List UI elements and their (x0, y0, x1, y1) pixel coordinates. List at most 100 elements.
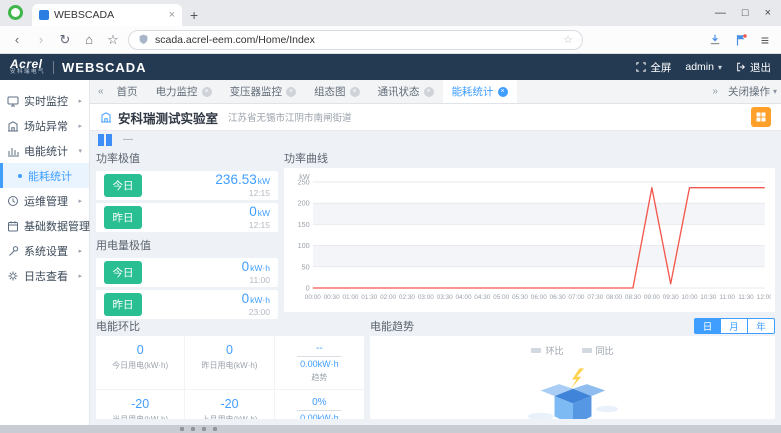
tab-close-icon[interactable]: × (169, 9, 175, 21)
fullscreen-button[interactable]: 全屏 (636, 60, 671, 75)
sidebar-item-system-settings[interactable]: 系统设置 ▸ (0, 238, 89, 263)
timestamp: 12:15 (215, 189, 270, 198)
tab-close-icon[interactable]: × (202, 87, 212, 97)
window-close-button[interactable]: × (765, 7, 771, 19)
flag-icon[interactable] (735, 34, 747, 46)
tab-close-icon[interactable]: × (286, 87, 296, 97)
fullscreen-icon (636, 62, 646, 72)
compare-cell-month-trend: 0% 0.00kW·h 趋势 (275, 390, 364, 419)
period-badge: 今日 (104, 261, 142, 284)
legend-marker-icon (531, 348, 541, 353)
address-bar[interactable]: scada.acrel-eem.com/Home/Index ☆ (128, 30, 583, 50)
value: 0 (242, 291, 250, 306)
page-tab-energy-consumption[interactable]: 能耗统计 × (443, 80, 517, 103)
svg-text:03:00: 03:00 (418, 294, 435, 301)
page-tab-scada-diagram[interactable]: 组态图 × (305, 80, 369, 103)
building-icon (7, 120, 19, 132)
fraction-divider (297, 410, 341, 411)
sub-value: 0.00kW·h (277, 359, 362, 369)
svg-text:07:30: 07:30 (587, 294, 604, 301)
favorite-star-icon[interactable]: ☆ (563, 33, 573, 46)
logo-subtext: 安科瑞电气 (10, 70, 45, 76)
calendar-icon (7, 220, 19, 232)
empty-box-illustration (376, 361, 769, 419)
gear-icon (7, 270, 19, 282)
sidebar-item-label: 运维管理 (24, 193, 68, 209)
tab-label: 组态图 (314, 84, 346, 99)
menu-icon[interactable]: ≡ (761, 32, 769, 48)
svg-text:09:00: 09:00 (644, 294, 661, 301)
svg-text:10:30: 10:30 (700, 294, 717, 301)
svg-text:08:00: 08:00 (606, 294, 623, 301)
chevron-right-icon: ▸ (78, 197, 82, 205)
tab-close-icon[interactable]: × (350, 87, 360, 97)
taskbar-icon[interactable] (202, 427, 206, 431)
value: 0 (187, 343, 271, 357)
site-shield-icon (138, 34, 149, 45)
svg-text:02:30: 02:30 (399, 294, 416, 301)
browser-logo-icon[interactable] (8, 5, 23, 20)
logout-icon (736, 62, 746, 72)
sidebar-item-base-data[interactable]: 基础数据管理 ▸ (0, 213, 89, 238)
tab-scroll-left-button[interactable]: « (94, 86, 108, 97)
sidebar-item-station-alarm[interactable]: 场站异常 ▸ (0, 113, 89, 138)
taskbar (0, 425, 781, 433)
indicator-bar-icon[interactable] (106, 134, 112, 146)
new-tab-button[interactable]: + (190, 4, 198, 26)
page-tab-power-monitor[interactable]: 电力监控 × (147, 80, 221, 103)
period-day-button[interactable]: 日 (694, 318, 721, 334)
taskbar-icon[interactable] (180, 427, 184, 431)
window-minimize-button[interactable]: — (715, 7, 726, 19)
period-badge: 昨日 (104, 293, 142, 316)
svg-text:0: 0 (306, 285, 310, 293)
compare-cell-today: 0 今日用电(kW·h) (96, 336, 185, 390)
home-button[interactable]: ⌂ (80, 32, 98, 47)
browser-tab[interactable]: WEBSCADA × (32, 4, 182, 26)
logout-button[interactable]: 退出 (736, 60, 771, 75)
forward-button[interactable]: › (32, 32, 50, 47)
page-tab-home[interactable]: 首页 (108, 80, 147, 103)
sidebar-item-ops-management[interactable]: 运维管理 ▸ (0, 188, 89, 213)
svg-text:02:00: 02:00 (380, 294, 397, 301)
user-menu[interactable]: admin ▾ (685, 61, 722, 73)
svg-text:06:30: 06:30 (550, 294, 567, 301)
sidebar-item-energy-consumption[interactable]: 能耗统计 (0, 163, 89, 188)
close-operations-dropdown[interactable]: 关闭操作 ▾ (728, 84, 777, 99)
legend-item-ring-compare[interactable]: 环比 (531, 344, 563, 357)
bookmarks-star-button[interactable]: ☆ (104, 32, 122, 48)
svg-text:01:30: 01:30 (361, 294, 378, 301)
sidebar-item-label: 日志查看 (24, 268, 68, 284)
back-button[interactable]: ‹ (8, 32, 26, 47)
tab-close-icon[interactable]: × (498, 87, 508, 97)
legend-item-year-compare[interactable]: 同比 (582, 344, 614, 357)
page-tab-transformer-monitor[interactable]: 变压器监控 × (221, 80, 306, 103)
taskbar-icon[interactable] (213, 427, 217, 431)
sidebar-item-energy-statistics[interactable]: 电能统计 ▾ (0, 138, 89, 163)
reload-button[interactable]: ↻ (56, 32, 74, 48)
station-switch-button[interactable] (751, 107, 771, 127)
svg-text:05:00: 05:00 (493, 294, 510, 301)
svg-text:09:30: 09:30 (663, 294, 680, 301)
collapse-dash-icon[interactable]: — (123, 134, 133, 145)
period-month-button[interactable]: 月 (721, 318, 748, 334)
tab-scroll-right-button[interactable]: » (708, 86, 722, 97)
tab-close-icon[interactable]: × (424, 87, 434, 97)
download-icon[interactable] (709, 34, 721, 45)
period-badge: 今日 (104, 174, 142, 197)
svg-text:11:30: 11:30 (738, 294, 754, 301)
unit: kW·h (250, 295, 270, 305)
bullet-icon (18, 174, 22, 178)
header-divider (53, 61, 54, 74)
window-controls: — □ × (715, 0, 771, 26)
tab-label: 能耗统计 (452, 84, 494, 99)
chevron-right-icon: ▸ (78, 272, 82, 280)
page-tab-comm-status[interactable]: 通讯状态 × (369, 80, 443, 103)
period-year-button[interactable]: 年 (748, 318, 775, 334)
window-maximize-button[interactable]: □ (742, 7, 749, 19)
sidebar-item-realtime-monitor[interactable]: 实时监控 ▸ (0, 88, 89, 113)
sidebar-item-log-viewer[interactable]: 日志查看 ▸ (0, 263, 89, 288)
taskbar-icon[interactable] (191, 427, 195, 431)
value: 0 (242, 259, 250, 274)
indicator-bar-icon[interactable] (98, 134, 104, 146)
logout-label: 退出 (750, 60, 771, 75)
